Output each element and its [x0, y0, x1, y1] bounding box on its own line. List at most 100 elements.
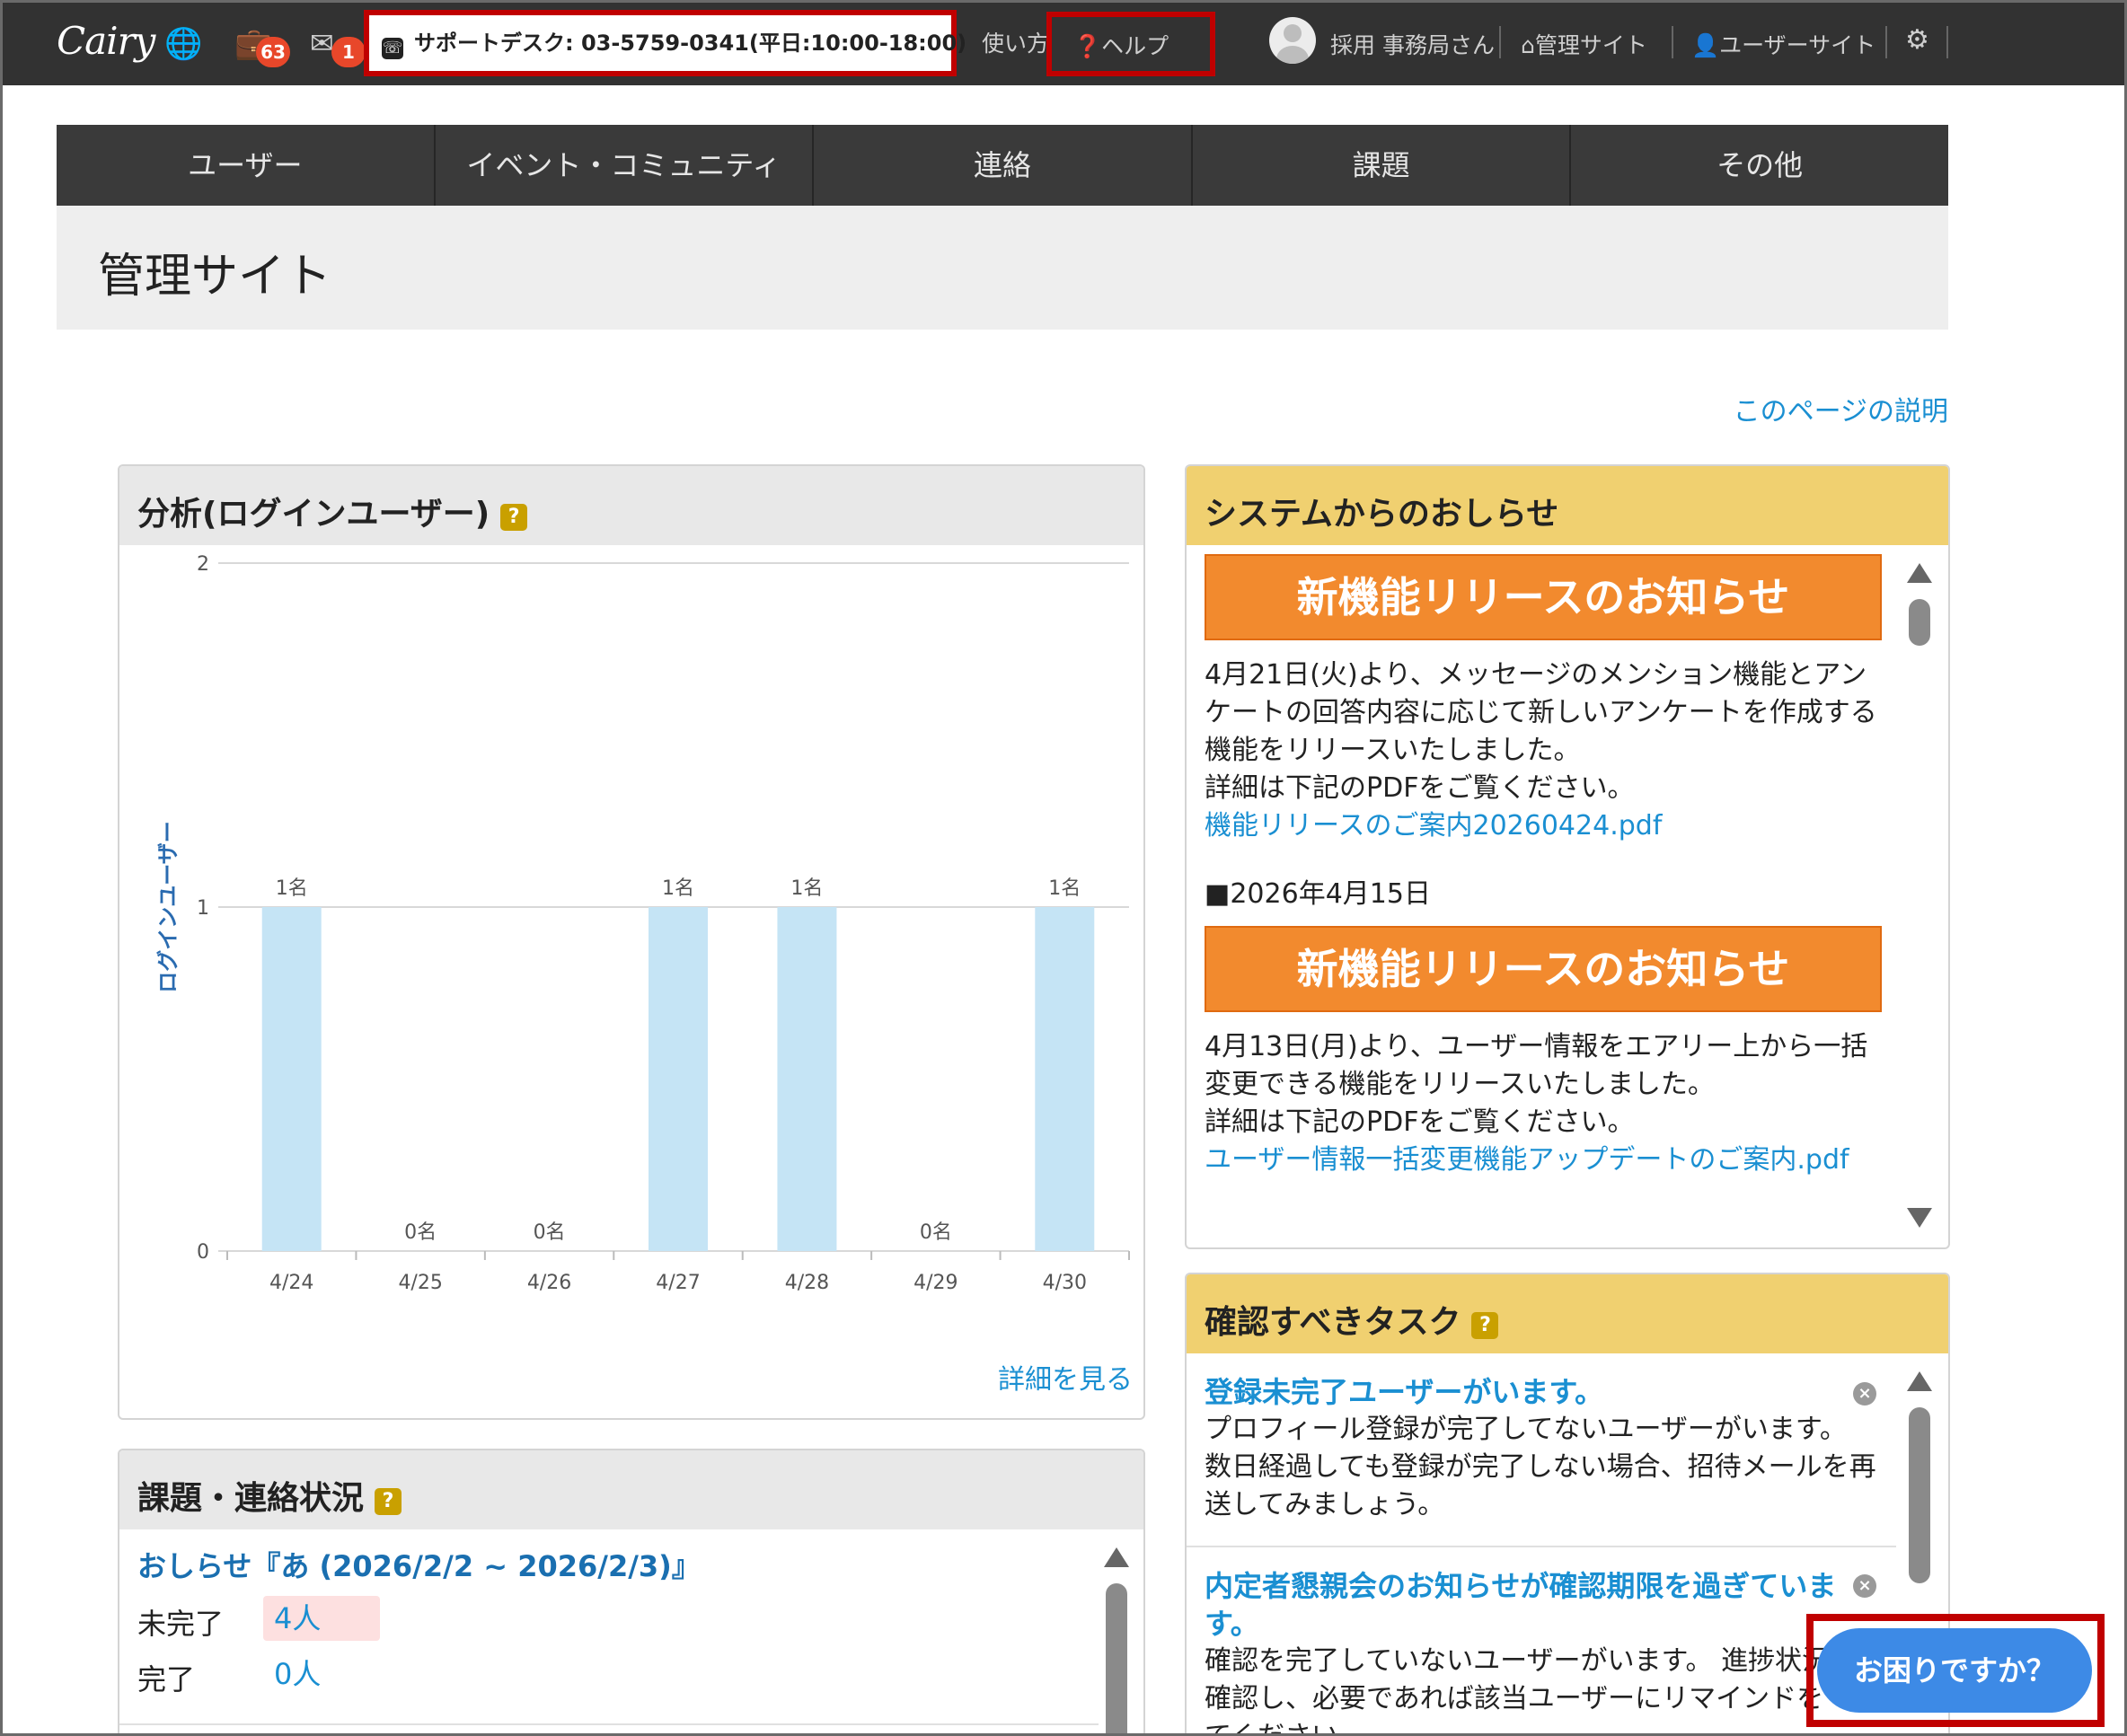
notice-pdf-link[interactable]: 機能リリースのご案内20260424.pdf [1205, 807, 1887, 845]
x-tick-label: 4/26 [527, 1272, 571, 1294]
notice-banner[interactable]: 新機能リリースのお知らせ [1205, 926, 1882, 1012]
question-icon[interactable]: ? [1471, 1312, 1499, 1339]
globe-icon[interactable]: 🌐 [164, 26, 202, 62]
notice-date: ■2026年4月15日 [1205, 878, 1431, 910]
user-site-link[interactable]: 👤ユーザーサイト [1691, 28, 1875, 60]
scroll-thumb[interactable] [1106, 1583, 1127, 1733]
app-window: Cairy 🌐 💼 63 ✉ 1 ☏ サポートデスク: 03-5759-0341(… [0, 0, 2127, 1736]
gear-icon[interactable]: ⚙ [1905, 24, 1929, 56]
login-chart: 0 1 2 ログインユーザー 1名 4/24 0名 4/25 0名 4/26 1名 4/27 1名 4/2… [119, 545, 1143, 1335]
notices-list: 新機能リリースのお知らせ 4月21日(火)より、メッセージのメンション機能とアン… [1205, 554, 1887, 1237]
chart-bar [261, 907, 322, 1251]
notice-text: ケートの回答内容に応じて新しいアンケートを作成する [1205, 697, 1877, 728]
divider [119, 1723, 1099, 1725]
notice-text: 4月13日(月)より、ユーザー情報をエアリー上から一括 [1205, 1031, 1868, 1062]
scroll-up-icon[interactable] [1104, 1547, 1129, 1567]
notice-text: 変更できる機能をリリースいたしました。 [1205, 1069, 1715, 1100]
task-item: 内定者懇親会のお知らせが確認期限を過ぎていま す。 確認を完了していないユーザー… [1205, 1567, 1887, 1733]
question-icon[interactable]: ? [375, 1488, 402, 1515]
chart-bar [777, 907, 837, 1251]
admin-site-label: 管理サイト [1534, 32, 1647, 58]
task-item: 登録未完了ユーザーがいます。 プロフィール登録が完了してないユーザーがいます。 … [1205, 1373, 1887, 1524]
tab-messages[interactable]: 連絡 [814, 125, 1193, 206]
x-tick-label: 4/29 [913, 1272, 958, 1294]
task-title[interactable]: 登録未完了ユーザーがいます。 [1205, 1373, 1887, 1411]
support-desk-text: サポートデスク: 03-5759-0341(平日:10:00-18:00) [414, 31, 967, 56]
analysis-title: 分析(ログインユーザー) [137, 496, 490, 533]
scroll-up-icon[interactable] [1907, 563, 1932, 583]
x-tick-label: 4/27 [656, 1272, 700, 1294]
assignment-panel-header: 課題・連絡状況? [119, 1450, 1143, 1529]
task-title[interactable]: 内定者懇親会のお知らせが確認期限を過ぎていま [1205, 1567, 1887, 1605]
task-text: 確認し、必要であれば該当ユーザーにリマインドを [1205, 1683, 1824, 1714]
mail-icon[interactable]: ✉ [310, 26, 334, 60]
page-help-link[interactable]: このページの説明 [1734, 389, 1948, 428]
cairy-logo[interactable]: Cairy [57, 19, 155, 63]
help-link[interactable]: ❓ヘルプ [1073, 29, 1169, 61]
incomplete-count[interactable]: 4人 [263, 1596, 380, 1641]
phone-icon: ☏ [382, 38, 403, 59]
question-icon[interactable]: ? [500, 504, 528, 531]
detail-link[interactable]: 詳細を見る [998, 1357, 1133, 1397]
divider [1946, 26, 1948, 58]
assignment-item-title[interactable]: おしらせ『あ (2026/2/2 ~ 2026/2/3)』 [137, 1544, 701, 1585]
notices-scrollbar[interactable] [1903, 563, 1934, 1228]
scroll-up-icon[interactable] [1907, 1371, 1932, 1391]
data-label: 0名 [920, 1221, 952, 1244]
dismiss-task-icon[interactable]: × [1853, 1382, 1876, 1406]
task-title[interactable]: す。 [1205, 1605, 1887, 1643]
tab-events-community[interactable]: イベント・コミュニティ [436, 125, 815, 206]
page-title: 管理サイト [98, 250, 332, 304]
scroll-thumb[interactable] [1909, 599, 1930, 646]
x-tick-label: 4/25 [398, 1272, 442, 1294]
divider [1499, 26, 1501, 58]
notices-title: システムからのおしらせ [1205, 496, 1559, 533]
scroll-down-icon[interactable] [1907, 1208, 1932, 1228]
data-label: 1名 [662, 877, 694, 900]
system-notices-panel: システムからのおしらせ 新機能リリースのお知らせ 4月21日(火)より、メッセー… [1185, 464, 1950, 1249]
question-circle-icon: ❓ [1073, 33, 1102, 59]
chart-bar [1035, 907, 1095, 1251]
y-tick-label: 0 [197, 1241, 209, 1264]
y-tick-label: 1 [197, 897, 209, 920]
scroll-thumb[interactable] [1909, 1407, 1930, 1583]
dismiss-task-icon[interactable]: × [1853, 1574, 1876, 1598]
task-text: プロフィール登録が完了してないユーザーがいます。 [1205, 1414, 1847, 1445]
help-chat-button[interactable]: お困りですか？ [1817, 1628, 2092, 1713]
notice-text: 機能をリリースいたしました。 [1205, 735, 1581, 766]
task-text: 確認を完了していないユーザーがいます。 進捗状況を [1205, 1645, 1857, 1677]
complete-count[interactable]: 0人 [263, 1652, 380, 1696]
support-desk-info: ☏ サポートデスク: 03-5759-0341(平日:10:00-18:00) [382, 26, 966, 60]
notify-count-badge: 63 [256, 37, 290, 67]
tab-assignments[interactable]: 課題 [1193, 125, 1572, 206]
assignment-scrollbar[interactable] [1100, 1547, 1131, 1733]
avatar[interactable] [1269, 17, 1316, 64]
x-tick-label: 4/30 [1043, 1272, 1087, 1294]
user-site-label: ユーザーサイト [1719, 32, 1876, 58]
notice-text: 4月21日(火)より、メッセージのメンション機能とアン [1205, 659, 1867, 691]
tab-users[interactable]: ユーザー [57, 125, 436, 206]
notices-panel-header: システムからのおしらせ [1187, 466, 1948, 545]
task-text: 数日経過しても登録が完了しない場合、招待メールを再 [1205, 1451, 1876, 1483]
data-label: 1名 [1048, 877, 1081, 900]
y-tick-label: 2 [197, 553, 209, 576]
task-text: 送してみましょう。 [1205, 1489, 1445, 1520]
user-icon: 👤 [1691, 32, 1720, 58]
incomplete-label: 未完了 [137, 1607, 225, 1641]
usage-link[interactable]: 使い方 [982, 26, 1049, 58]
complete-label: 完了 [137, 1662, 196, 1696]
notice-pdf-link[interactable]: ユーザー情報一括変更機能アップデートのご案内.pdf [1205, 1141, 1887, 1179]
chart-bar [649, 907, 708, 1251]
tab-other[interactable]: その他 [1571, 125, 1948, 206]
top-bar: Cairy 🌐 💼 63 ✉ 1 ☏ サポートデスク: 03-5759-0341(… [3, 3, 2124, 85]
notice-banner[interactable]: 新機能リリースのお知らせ [1205, 554, 1882, 640]
notice-item: 新機能リリースのお知らせ 4月21日(火)より、メッセージのメンション機能とアン… [1205, 554, 1887, 845]
admin-site-link[interactable]: ⌂管理サイト [1521, 28, 1647, 60]
help-highlight: ❓ヘルプ [1046, 12, 1215, 76]
support-desk-highlight: ☏ サポートデスク: 03-5759-0341(平日:10:00-18:00) [364, 10, 966, 76]
main-nav: ユーザー イベント・コミュニティ 連絡 課題 その他 [57, 125, 1948, 206]
login-chart-svg: 0 1 2 ログインユーザー 1名 4/24 0名 4/25 0名 4/26 1名 4/27 1名 4/2… [155, 553, 1130, 1294]
user-name-link[interactable]: 採用 事務局さん [1330, 28, 1495, 60]
home-icon: ⌂ [1521, 32, 1535, 58]
divider [1672, 26, 1673, 58]
